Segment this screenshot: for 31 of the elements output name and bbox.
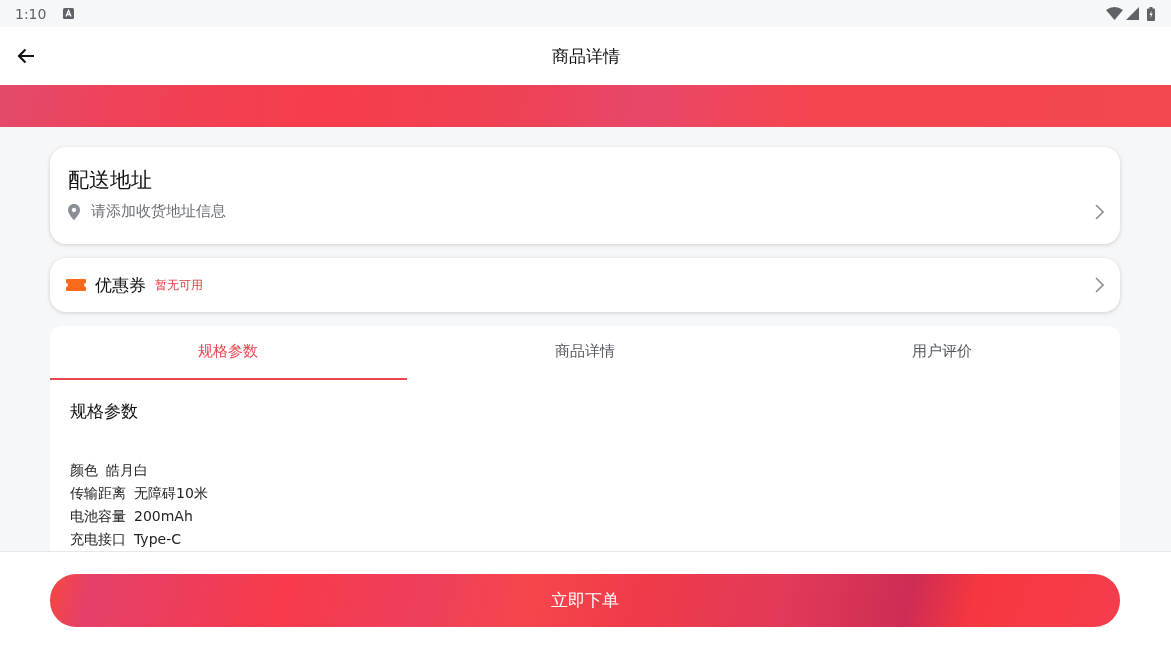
tab[interactable]: 用户评价 xyxy=(763,326,1120,380)
spec-name: 电池容量 xyxy=(70,507,126,526)
wifi-icon xyxy=(1106,7,1123,20)
notification-icon xyxy=(63,8,75,19)
address-card[interactable]: 配送地址 请添加收货地址信息 xyxy=(50,147,1120,244)
spec-value: 皓月白 xyxy=(106,461,148,480)
tab[interactable]: 规格参数 xyxy=(50,326,407,380)
battery-icon xyxy=(1147,6,1155,21)
spec-value: 无障碍10米 xyxy=(134,484,208,503)
chevron-right-icon xyxy=(1095,277,1104,293)
section-title: 规格参数 xyxy=(70,400,138,423)
coupon-status: 暂无可用 xyxy=(155,276,203,294)
status-time: 1:10 xyxy=(15,5,47,22)
spec-name: 传输距离 xyxy=(70,484,126,503)
coupon-card[interactable]: 优惠券 暂无可用 xyxy=(50,258,1120,312)
spec-value: 200mAh xyxy=(134,507,193,526)
tab[interactable]: 商品详情 xyxy=(406,326,764,380)
chevron-right-icon xyxy=(1095,203,1104,220)
location-pin-icon xyxy=(68,203,80,220)
spec-value: Type-C xyxy=(134,530,181,549)
signal-icon xyxy=(1126,7,1139,20)
coupon-label: 优惠券 xyxy=(95,273,146,297)
address-title: 配送地址 xyxy=(68,167,152,194)
back-arrow-icon xyxy=(16,46,36,66)
back-button[interactable] xyxy=(16,46,36,66)
spec-name: 充电接口 xyxy=(70,530,126,549)
spec-name: 颜色 xyxy=(70,461,98,480)
address-hint: 请添加收货地址信息 xyxy=(91,202,226,221)
page-title: 商品详情 xyxy=(551,44,620,68)
ticket-icon xyxy=(66,279,86,291)
order-button[interactable]: 立即下单 xyxy=(50,574,1120,627)
